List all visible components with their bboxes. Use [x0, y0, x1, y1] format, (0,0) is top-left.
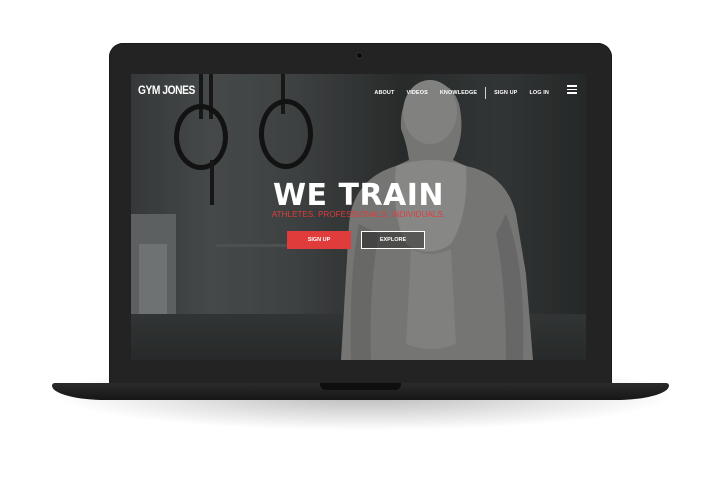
nav-sign-up[interactable]: SIGN UP — [494, 90, 517, 96]
gym-jones-logo[interactable]: GYM JONES — [138, 83, 195, 97]
nav-knowledge[interactable]: KNOWLEDGE — [440, 90, 477, 96]
nav-divider — [485, 87, 487, 99]
sign-up-button[interactable]: SIGN UP — [287, 231, 351, 249]
top-navigation: GYM JONES ABOUT VIDEOS KNOWLEDGE SIGN UP… — [131, 74, 586, 104]
laptop-notch — [320, 383, 401, 390]
laptop-base — [52, 383, 669, 400]
website-screen: GYM JONES ABOUT VIDEOS KNOWLEDGE SIGN UP… — [131, 74, 586, 360]
nav-about[interactable]: ABOUT — [374, 90, 394, 96]
camera-icon — [356, 52, 363, 59]
laptop-lid: GYM JONES ABOUT VIDEOS KNOWLEDGE SIGN UP… — [109, 43, 612, 385]
nav-log-in[interactable]: LOG IN — [529, 90, 549, 96]
nav-links: ABOUT VIDEOS KNOWLEDGE SIGN UP LOG IN — [362, 87, 549, 99]
hero-title: WE TRAIN — [272, 178, 445, 213]
nav-videos[interactable]: VIDEOS — [406, 90, 427, 96]
hamburger-menu-icon[interactable] — [567, 85, 577, 94]
hero-subtitle: ATHLETES. PROFESSIONALS. INDIVIDUALS. — [271, 210, 446, 219]
explore-button[interactable]: EXPLORE — [361, 231, 425, 249]
